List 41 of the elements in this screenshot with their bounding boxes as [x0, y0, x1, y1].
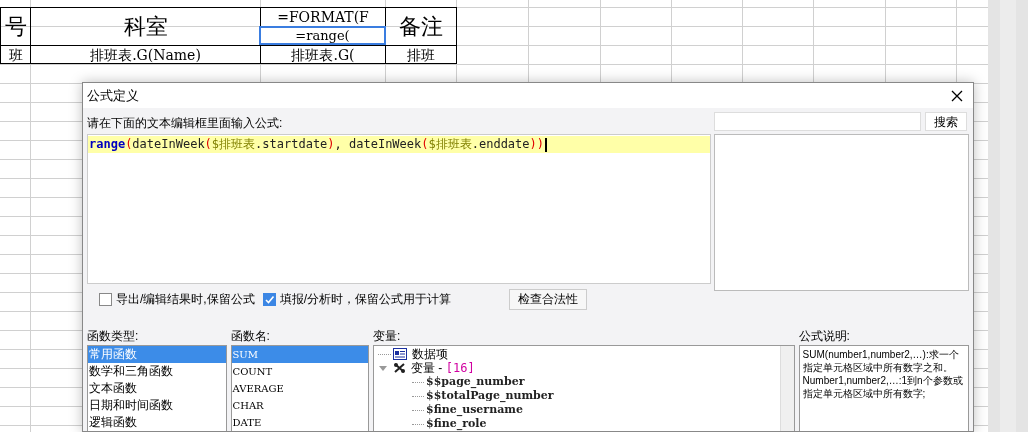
- table-cell: 排班表.G(Name): [90, 47, 201, 62]
- list-item[interactable]: 日期和时间函数: [88, 397, 226, 414]
- list-item[interactable]: AVERAGE: [231, 380, 369, 397]
- text-cursor: [545, 137, 547, 152]
- list-item[interactable]: DATE: [231, 414, 369, 431]
- list-item[interactable]: COUNT: [231, 363, 369, 380]
- variables-icon: [393, 362, 407, 374]
- search-button[interactable]: 搜索: [925, 112, 967, 131]
- scrollbar[interactable]: [988, 0, 1028, 432]
- checkbox-label: 填报/分析时，保留公式用于计算: [279, 291, 451, 308]
- table-cell: 排班: [407, 47, 435, 62]
- table-icon: [393, 348, 408, 360]
- list-item[interactable]: 逻辑函数: [88, 414, 226, 431]
- prompt-label: 请在下面的文本编辑框里面输入公式:: [87, 115, 284, 132]
- search-field[interactable]: [714, 112, 921, 131]
- collapse-arrow-icon[interactable]: [378, 364, 389, 372]
- table-cell: =FORMAT(F: [277, 9, 369, 24]
- list-item[interactable]: 文本函数: [88, 380, 226, 397]
- table-cell: 排班表.G(: [291, 47, 355, 62]
- list-item[interactable]: CHAR: [231, 397, 369, 414]
- section-label: 变量:: [373, 328, 402, 345]
- description-text: Number1,number2,…:1到n个参数或指定单元格区域中所有数字;: [802, 374, 964, 400]
- section-label: 函数类型:: [87, 328, 140, 345]
- list-item[interactable]: 数学和三角函数: [88, 363, 226, 380]
- window-title: 公式定义: [87, 86, 139, 105]
- selected-cell[interactable]: =range(: [259, 26, 386, 45]
- section-label: 公式说明:: [798, 328, 851, 345]
- check-button[interactable]: 检查合法性: [509, 288, 587, 310]
- formula-editor[interactable]: range(dateInWeek($排班表.startdate), dateInWeek($排班表.enddate)): [87, 134, 711, 284]
- formula-text: range(dateInWeek($排班表.startdate), dateInWeek($排班表.enddate)): [88, 136, 710, 153]
- description-text: SUM(number1,number2,…):求一个指定单元格区域中所有数字之和。: [802, 348, 960, 374]
- variable-count: [16]: [445, 360, 475, 376]
- scrollbar[interactable]: [779, 346, 794, 431]
- checkbox-label: 导出/编辑结果时,保留公式: [116, 291, 255, 308]
- table-cell: 班: [8, 47, 23, 62]
- section-label: 函数名:: [230, 328, 271, 345]
- checkbox[interactable]: [262, 292, 276, 306]
- table-cell: 号: [4, 15, 27, 38]
- checkbox[interactable]: [99, 292, 112, 306]
- table-cell: 科室: [123, 15, 168, 38]
- table-cell: 备注: [399, 15, 443, 38]
